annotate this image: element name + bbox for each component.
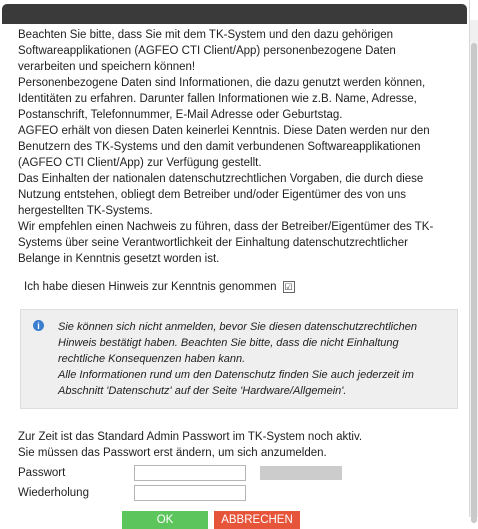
password-label: Passwort [18, 467, 66, 479]
confirm-checkbox[interactable]: ☑ [282, 281, 295, 293]
ok-button[interactable]: OK [122, 511, 208, 529]
notice-line: Systems über seine Verantwortlichkeit de… [18, 237, 408, 249]
notice-line: AGFEO erhält von diesen Daten keinerlei … [18, 125, 430, 137]
info-icon: i [33, 320, 44, 331]
dialog-titlebar[interactable] [2, 4, 467, 24]
info-line: Sie können sich nicht anmelden, bevor Si… [58, 321, 417, 333]
confirm-label: Ich habe diesen Hinweis zur Kenntnis gen… [24, 281, 277, 293]
confirm-row: Ich habe diesen Hinweis zur Kenntnis gen… [18, 279, 454, 295]
repeat-password-input[interactable] [134, 485, 246, 501]
info-line: Abschnitt 'Datenschutz' auf der Seite 'H… [58, 385, 347, 397]
password-notice: Sie müssen das Passwort erst ändern, um … [18, 447, 327, 459]
info-text: Sie können sich nicht anmelden, bevor Si… [52, 319, 417, 399]
password-row: Passwort [18, 465, 454, 481]
info-line: Alle Informationen rund um den Datenschu… [58, 369, 414, 381]
notice-line: verarbeiten und speichern können! [18, 61, 196, 73]
password-strength-bar [260, 466, 342, 480]
privacy-dialog: Beachten Sie bitte, dass Sie mit dem TK-… [0, 0, 470, 529]
notice-line: Das Einhalten der nationalen datenschutz… [18, 173, 424, 185]
notice-line: Postanschrift, Telefonnummer, E-Mail Adr… [18, 109, 343, 121]
dialog-content: Beachten Sie bitte, dass Sie mit dem TK-… [18, 27, 458, 529]
notice-line: Softwareapplikationen (AGFEO CTI Client/… [18, 45, 396, 57]
notice-line: Identitäten zu erfahren. Darunter fallen… [18, 93, 417, 105]
notice-line: hergestellten TK-Systems. [18, 205, 153, 217]
notice-line: Belange in Kenntnis gesetzt worden ist. [18, 253, 220, 265]
notice-line: Personenbezogene Daten sind Informatione… [18, 77, 426, 89]
notice-line: (AGFEO CTI Client/App) zur Verfügung ges… [18, 157, 262, 169]
privacy-notice-text: Beachten Sie bitte, dass Sie mit dem TK-… [18, 27, 454, 267]
cancel-button[interactable]: ABBRECHEN [214, 511, 300, 529]
info-box: i Sie können sich nicht anmelden, bevor … [20, 309, 458, 409]
scrollbar-track[interactable] [470, 20, 478, 523]
info-line: rechtliche Konsequenzen haben kann. [58, 353, 246, 365]
password-section: Zur Zeit ist das Standard Admin Passwort… [18, 429, 454, 501]
scrollbar-thumb[interactable] [471, 43, 477, 523]
repeat-label: Wiederholung [18, 487, 89, 499]
repeat-row: Wiederholung [18, 485, 454, 501]
info-line: Hinweis bestätigt haben. Beachten Sie bi… [58, 337, 399, 349]
notice-line: Beachten Sie bitte, dass Sie mit dem TK-… [18, 29, 394, 41]
notice-line: Wir empfehlen einen Nachweis zu führen, … [18, 221, 434, 233]
button-row: OK ABBRECHEN [18, 511, 454, 529]
password-notice: Zur Zeit ist das Standard Admin Passwort… [18, 431, 363, 443]
notice-line: Benutzern des TK-Systems und den damit v… [18, 141, 421, 153]
password-input[interactable] [134, 465, 246, 481]
notice-line: Nutzung entstehen, obliegt dem Betreiber… [18, 189, 407, 201]
